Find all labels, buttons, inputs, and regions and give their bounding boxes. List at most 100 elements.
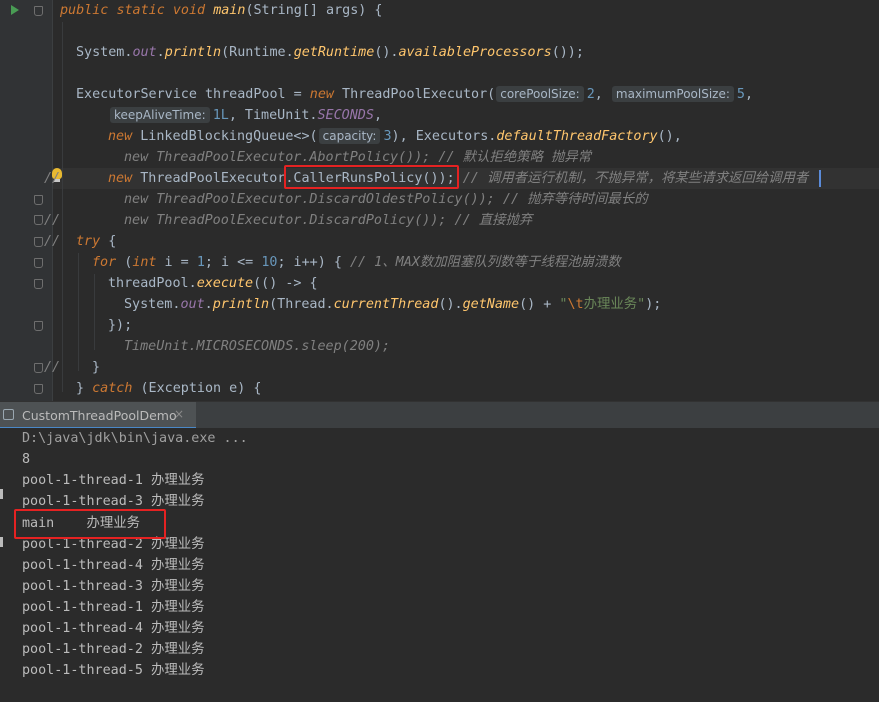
code-text: , bbox=[744, 87, 754, 102]
commented-code: TimeUnit.MICROSECONDS.sleep(200); bbox=[124, 339, 391, 354]
code-text: } bbox=[76, 381, 93, 396]
run-config-icon bbox=[3, 409, 14, 420]
code-text: ( bbox=[116, 255, 133, 270]
keyword: new bbox=[309, 87, 334, 102]
fold-marker-icon[interactable] bbox=[34, 321, 43, 331]
code-comment: // 1、MAX数加阻塞队列数等于线程池崩溃数 bbox=[350, 255, 621, 270]
field-name: out bbox=[180, 297, 205, 312]
code-text: ThreadPoolExecutor( bbox=[333, 87, 496, 102]
code-text: threadPool. bbox=[108, 276, 197, 291]
code-text: ); bbox=[645, 297, 662, 312]
code-editor[interactable]: public static void main(String[] args) {… bbox=[0, 0, 879, 401]
number-literal: 5 bbox=[736, 87, 745, 102]
parameter-hint: corePoolSize: bbox=[496, 86, 584, 102]
comment-marker: // bbox=[44, 171, 61, 186]
code-text: ; i <= bbox=[204, 255, 262, 270]
fold-marker-icon[interactable] bbox=[34, 215, 43, 225]
code-text: ()); bbox=[551, 45, 584, 60]
console-command-line: D:\java\jdk\bin\java.exe ... bbox=[22, 431, 248, 446]
keyword: static bbox=[116, 3, 165, 18]
comment-marker: // bbox=[44, 360, 61, 375]
number-literal: 2 bbox=[586, 87, 595, 102]
number-literal: 1L bbox=[212, 108, 229, 123]
comment-marker: // bbox=[44, 234, 61, 249]
code-line: try { bbox=[0, 231, 116, 252]
code-text: (). bbox=[374, 45, 399, 60]
keyword: new bbox=[108, 171, 133, 186]
code-line: }); bbox=[0, 315, 132, 336]
code-text: ThreadPoolExecutor bbox=[132, 171, 286, 186]
code-text: i = bbox=[156, 255, 197, 270]
parameter-hint: keepAliveTime: bbox=[110, 107, 210, 123]
text-cursor bbox=[819, 170, 821, 187]
code-text: (). bbox=[438, 297, 463, 312]
method-call: getRuntime bbox=[293, 45, 375, 60]
keyword: new bbox=[108, 129, 133, 144]
code-line: // new ThreadPoolExecutor.DiscardPolicy(… bbox=[0, 210, 532, 249]
field-name: SECONDS bbox=[317, 108, 374, 123]
parameter-hint: maximumPoolSize: bbox=[611, 86, 734, 102]
escape-sequence: \t bbox=[567, 297, 584, 312]
keyword: int bbox=[132, 255, 157, 270]
code-line: ExecutorService threadPool = new ThreadP… bbox=[0, 84, 753, 105]
method-call: execute bbox=[196, 276, 254, 291]
code-text: (Thread. bbox=[269, 297, 334, 312]
run-console[interactable]: D:\java\jdk\bin\java.exe ... 8 pool-1-th… bbox=[0, 428, 879, 702]
code-text: } bbox=[92, 360, 101, 375]
fold-marker-icon[interactable] bbox=[34, 363, 43, 373]
console-edge-mark bbox=[0, 489, 3, 499]
number-literal: 10 bbox=[261, 255, 278, 270]
keyword: catch bbox=[92, 381, 133, 396]
indent-guide bbox=[62, 22, 63, 392]
code-text: (), bbox=[657, 129, 682, 144]
keyword: try bbox=[76, 234, 101, 249]
code-text: (Exception e) { bbox=[132, 381, 262, 396]
method-call: getName bbox=[462, 297, 520, 312]
code-text: (String[] args) { bbox=[245, 3, 383, 18]
code-line: new LinkedBlockingQueue<>(capacity: 3), E… bbox=[0, 126, 682, 147]
code-line: // new ThreadPoolExecutor.AbortPolicy())… bbox=[0, 147, 591, 186]
fold-marker-icon[interactable] bbox=[34, 384, 43, 394]
code-text: , bbox=[373, 108, 382, 123]
code-comment: // 调用者运行机制，不抛异常，将某些请求返回给调用者 bbox=[462, 171, 809, 186]
fold-marker-icon[interactable] bbox=[34, 237, 43, 247]
code-line: // TimeUnit.MICROSECONDS.sleep(200); bbox=[0, 336, 390, 375]
run-tool-window-header: CustomThreadPoolDemo × bbox=[0, 401, 879, 429]
fold-marker-icon[interactable] bbox=[34, 258, 43, 268]
console-output-line: pool-1-thread-5 办理业务 bbox=[22, 663, 205, 678]
console-output-line: 8 bbox=[22, 452, 31, 467]
number-literal: 3 bbox=[383, 129, 392, 144]
run-tab[interactable]: CustomThreadPoolDemo × bbox=[0, 402, 196, 429]
method-name: main bbox=[213, 3, 246, 18]
code-line: for (int i = 1; i <= 10; i++) { // 1、MAX… bbox=[0, 252, 621, 273]
code-line: } catch (Exception e) { bbox=[0, 378, 261, 399]
comment-marker: // bbox=[44, 213, 61, 228]
code-text: , bbox=[594, 87, 611, 102]
highlight-box-main-output bbox=[14, 509, 166, 539]
close-icon[interactable]: × bbox=[174, 407, 184, 421]
fold-marker-icon[interactable] bbox=[34, 279, 43, 289]
fold-marker-icon[interactable] bbox=[34, 195, 43, 205]
string-literal: 办理业务" bbox=[583, 297, 646, 312]
fold-marker-icon[interactable] bbox=[34, 6, 43, 16]
code-text: (() -> { bbox=[253, 276, 318, 291]
keyword: void bbox=[172, 3, 206, 18]
code-text: , TimeUnit. bbox=[228, 108, 318, 123]
indent-guide bbox=[78, 253, 79, 371]
gutter-separator bbox=[52, 0, 53, 401]
method-call: defaultThreadFactory bbox=[496, 129, 658, 144]
console-output-line: pool-1-thread-3 办理业务 bbox=[22, 579, 205, 594]
code-line: System.out.println(Runtime.getRuntime().… bbox=[0, 42, 584, 63]
parameter-hint: capacity: bbox=[318, 128, 381, 144]
method-call: availableProcessors bbox=[398, 45, 552, 60]
console-edge-mark bbox=[0, 537, 3, 547]
code-text: . bbox=[156, 45, 165, 60]
code-line: } bbox=[0, 357, 100, 378]
method-call: println bbox=[164, 45, 222, 60]
code-text: . bbox=[204, 297, 213, 312]
code-text: (Runtime. bbox=[221, 45, 294, 60]
run-tab-label: CustomThreadPoolDemo bbox=[22, 408, 177, 423]
field-name: out bbox=[132, 45, 157, 60]
keyword: public bbox=[60, 3, 109, 18]
code-text: System. bbox=[124, 297, 181, 312]
